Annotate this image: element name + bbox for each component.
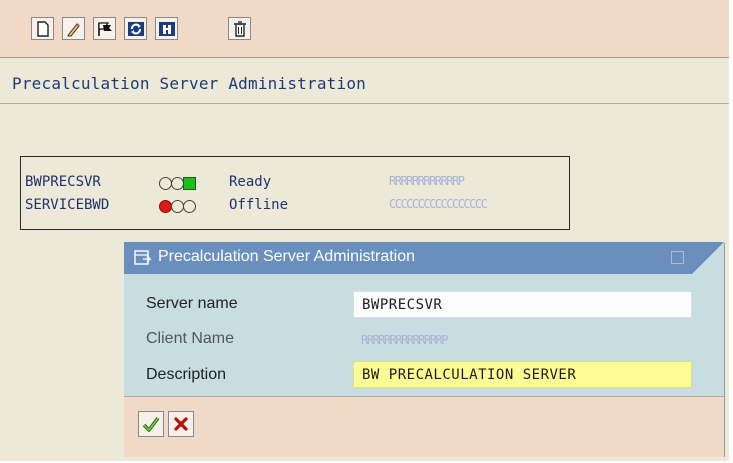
edit-button[interactable] [62,17,85,40]
close-icon[interactable] [671,251,684,264]
title-divider [0,103,729,104]
traffic-light-red-icon [159,200,199,214]
description-field[interactable]: BW PRECALCULATION SERVER [353,361,692,388]
client-name-field: RRRRRRRRRRRRRRP [361,333,448,347]
server-client: RRRRRRRRRRRRP [389,174,465,188]
page-title: Precalculation Server Administration [12,74,366,93]
server-status: Ready [229,174,272,190]
info-icon [158,21,175,36]
application-toolbar [0,0,729,58]
cancel-button[interactable] [168,411,194,437]
server-list: BWPRECSVR Ready RRRRRRRRRRRRP SERVICEBWD… [20,156,570,230]
refresh-icon [127,21,144,36]
server-name-field[interactable]: BWPRECSVR [353,291,692,318]
refresh-button[interactable] [124,17,147,40]
server-row-servicebwd[interactable]: SERVICEBWD Offline CCCCCCCCCCCCCCCCC [21,197,569,217]
flags-icon [97,21,112,36]
delete-button[interactable] [228,17,251,40]
client-name-label: Client Name [146,330,235,347]
server-status: Offline [229,197,289,213]
pencil-icon [66,22,80,36]
confirm-button[interactable] [138,411,164,437]
app-window: Precalculation Server Administration BWP… [0,0,731,461]
dialog-footer [124,396,724,457]
server-row-bwprecsvr[interactable]: BWPRECSVR Ready RRRRRRRRRRRRP [21,174,569,194]
dialog-title: Precalculation Server Administration [158,248,416,265]
server-client: CCCCCCCCCCCCCCCCC [389,197,488,211]
dialog-window-icon [134,250,152,265]
titlebar-corner [692,242,724,274]
traffic-light-green-icon [159,177,199,191]
description-label: Description [146,366,227,383]
dialog-body: Server name BWPRECSVR Client Name RRRRRR… [124,274,724,396]
trash-icon [233,20,246,37]
server-dialog: Precalculation Server Administration Ser… [124,242,724,457]
new-button[interactable] [31,17,54,40]
flags-button[interactable] [93,17,116,40]
server-name-label: Server name [146,295,238,312]
server-name: BWPRECSVR [25,174,101,190]
dialog-titlebar: Precalculation Server Administration [124,242,724,274]
server-name: SERVICEBWD [25,197,110,213]
red-x-icon [174,417,188,431]
blank-page-icon [36,20,49,37]
info-button[interactable] [155,17,178,40]
checkmark-icon [142,416,160,432]
